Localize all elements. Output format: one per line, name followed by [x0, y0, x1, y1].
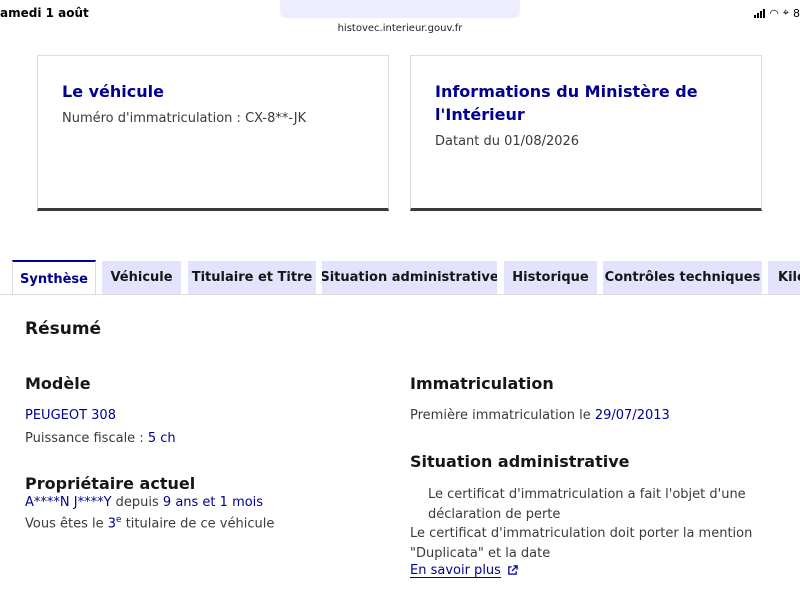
wifi-icon: ◠ — [769, 6, 779, 20]
learn-more-link[interactable]: En savoir plus — [410, 563, 518, 578]
admin-line1: Le certificat d'immatriculation a fait l… — [428, 487, 746, 522]
tab-kilometrage[interactable]: Kilo — [768, 261, 800, 294]
first-registration: Première immatriculation le 29/07/2013 — [410, 408, 670, 423]
model-heading: Modèle — [25, 374, 91, 393]
first-registration-label: Première immatriculation le — [410, 408, 595, 423]
admin-status-text: Le certificat d'immatriculation a fait l… — [410, 485, 770, 563]
admin-line-duplicata: Le certificat d'immatriculation doit por… — [410, 526, 753, 561]
ministry-title-line2: l'Intérieur — [435, 105, 525, 124]
owner-rank-value: 3 — [107, 516, 117, 532]
owner-rank-suffix: titulaire de ce véhicule — [121, 516, 275, 532]
status-time: amedi 1 août — [0, 6, 89, 20]
page-url[interactable]: histovec.interieur.gouv.fr — [0, 23, 800, 34]
status-bar: amedi 1 août ◠ ⌖ 8 histovec.interieur.go… — [0, 0, 800, 40]
tab-controles-techniques[interactable]: Contrôles techniques — [603, 261, 762, 294]
registration-number: Numéro d'immatriculation : CX-8**-JK — [62, 111, 307, 126]
registration-heading: Immatriculation — [410, 374, 554, 393]
address-bar-highlight[interactable] — [280, 0, 520, 18]
fiscal-power: Puissance fiscale : 5 ch — [25, 431, 176, 446]
model-name: PEUGEOT 308 — [25, 408, 116, 423]
data-date: Datant du 01/08/2026 — [435, 134, 580, 149]
owner-since-value: 9 ans et 1 mois — [162, 495, 264, 510]
owner-heading: Propriétaire actuel — [25, 474, 196, 493]
tab-bar: Synthèse Véhicule Titulaire et Titre Sit… — [0, 258, 800, 296]
owner-rank: Vous êtes le 3e titulaire de ce véhicule — [25, 515, 274, 531]
owner-since-label: depuis — [111, 495, 163, 510]
owner-line: A****N J****Y depuis 9 ans et 1 mois — [25, 495, 263, 510]
owner-name: A****N J****Y — [25, 495, 112, 510]
tab-situation-administrative[interactable]: Situation administrative — [322, 261, 497, 294]
first-registration-date: 29/07/2013 — [594, 408, 670, 423]
tab-synthese[interactable]: Synthèse — [12, 260, 96, 296]
tab-historique[interactable]: Historique — [504, 261, 597, 294]
admin-line-loss: Le certificat d'immatriculation a fait l… — [410, 485, 770, 524]
vehicle-card-title: Le véhicule — [62, 82, 164, 101]
header-cards: Le véhicule Numéro d'immatriculation : C… — [0, 40, 800, 258]
vehicle-card: Le véhicule Numéro d'immatriculation : C… — [37, 55, 389, 211]
cellular-signal-icon — [754, 8, 766, 18]
ministry-card-title: Informations du Ministère de l'Intérieur — [435, 80, 737, 126]
ministry-card: Informations du Ministère de l'Intérieur… — [410, 55, 762, 211]
fiscal-power-label: Puissance fiscale : — [25, 431, 148, 446]
summary-title: Résumé — [25, 319, 102, 339]
owner-rank-prefix: Vous êtes le — [25, 516, 108, 532]
fiscal-power-value: 5 ch — [147, 431, 176, 446]
status-icons: ◠ ⌖ 8 — [754, 6, 800, 20]
learn-more-label: En savoir plus — [410, 563, 501, 578]
location-icon: ⌖ — [782, 6, 789, 19]
admin-heading: Situation administrative — [410, 452, 630, 471]
ministry-title-line1: Informations du Ministère de — [435, 82, 698, 101]
external-link-icon — [508, 565, 518, 575]
summary-panel: Résumé Modèle PEUGEOT 308 Puissance fisc… — [0, 294, 800, 600]
tab-vehicule[interactable]: Véhicule — [102, 261, 181, 294]
tab-titulaire-titre[interactable]: Titulaire et Titre — [188, 261, 316, 294]
battery-level: 8 — [793, 6, 800, 20]
